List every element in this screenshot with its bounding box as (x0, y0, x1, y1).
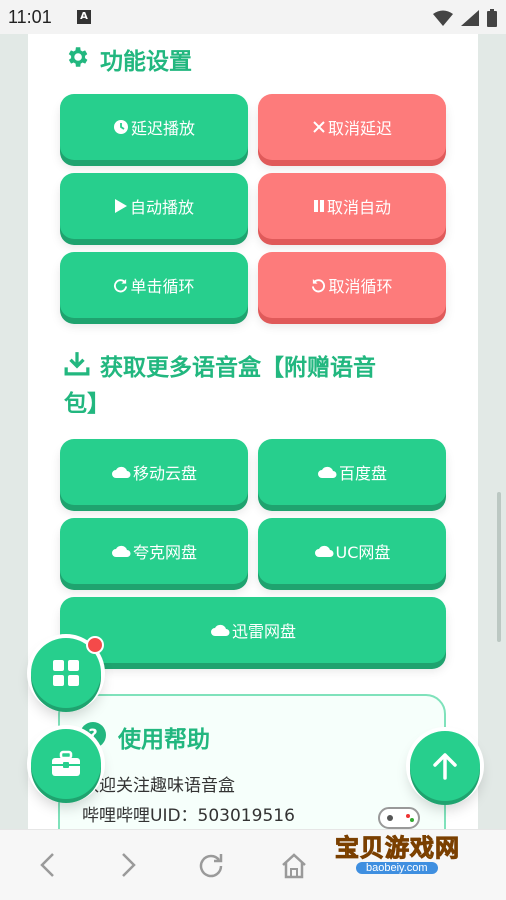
quark-pan-button[interactable]: 夸克网盘 (60, 518, 248, 584)
watermark-url: baobeiy.com (356, 862, 438, 874)
cloud-icon (317, 466, 337, 478)
watermark-logo: 宝贝游戏网 baobeiy.com (330, 800, 475, 892)
cloud-icon (314, 545, 334, 557)
home-icon[interactable] (280, 852, 308, 880)
page-margin-left (0, 34, 28, 829)
cloud-icon (210, 624, 230, 636)
scrollbar-thumb[interactable] (497, 492, 501, 642)
section-title-text-line2: 包】 (64, 391, 110, 417)
scroll-top-button[interactable] (410, 731, 480, 801)
download-icon (64, 350, 90, 387)
pause-icon (313, 200, 324, 212)
page-margin-right (478, 34, 506, 829)
help-line-2: 哔哩哔哩UID：503019516 (82, 806, 295, 826)
arrow-up-icon (433, 753, 457, 780)
section-title-text: 获取更多语音盒【附赠语音 (100, 355, 376, 381)
cancel-delay-button[interactable]: 取消延迟 (258, 94, 446, 160)
status-icons (431, 8, 498, 28)
signal-icon (460, 10, 479, 26)
toolbox-icon (52, 750, 80, 776)
section-title-download: 获取更多语音盒【附赠语音 包】 (64, 350, 444, 422)
help-title: 使用帮助 (118, 727, 210, 753)
play-icon (114, 199, 127, 213)
notification-dot (86, 636, 104, 654)
redo-icon (114, 278, 128, 292)
section-title-settings: 功能设置 (64, 44, 192, 81)
click-loop-button[interactable]: 单击循环 (60, 252, 248, 318)
baidu-pan-button[interactable]: 百度盘 (258, 439, 446, 505)
undo-icon (312, 278, 326, 292)
clock-icon (113, 120, 128, 134)
cancel-auto-button[interactable]: 取消自动 (258, 173, 446, 239)
toolbox-button[interactable] (31, 729, 101, 799)
cloud-icon (111, 545, 131, 557)
xunlei-pan-button[interactable]: 迅雷网盘 (60, 597, 446, 663)
auto-play-button[interactable]: 自动播放 (60, 173, 248, 239)
battery-icon (487, 9, 497, 27)
cloud-icon (111, 466, 131, 478)
delay-play-button[interactable]: 延迟播放 (60, 94, 248, 160)
cancel-loop-button[interactable]: 取消循环 (258, 252, 446, 318)
section-title-text: 功能设置 (100, 49, 192, 75)
gear-icon (64, 44, 90, 81)
grid-icon (53, 660, 79, 686)
status-bar: 11:01 A (0, 0, 506, 34)
forward-icon[interactable] (118, 852, 138, 878)
mobile-cloud-button[interactable]: 移动云盘 (60, 439, 248, 505)
x-icon (313, 121, 325, 133)
uc-pan-button[interactable]: UC网盘 (258, 518, 446, 584)
refresh-icon[interactable] (198, 852, 224, 878)
status-time: 11:01 (8, 7, 52, 27)
watermark-text: 宝贝游戏网 (335, 834, 460, 863)
main-content: 功能设置 延迟播放 取消延迟 自动播放 取消自动 单击循环 取消循环 获取更多语… (28, 34, 478, 829)
back-icon[interactable] (38, 852, 58, 878)
wifi-icon (433, 10, 454, 26)
notification-icon: A (77, 10, 91, 24)
help-line-1: 欢迎关注趣味语音盒 (82, 776, 235, 796)
